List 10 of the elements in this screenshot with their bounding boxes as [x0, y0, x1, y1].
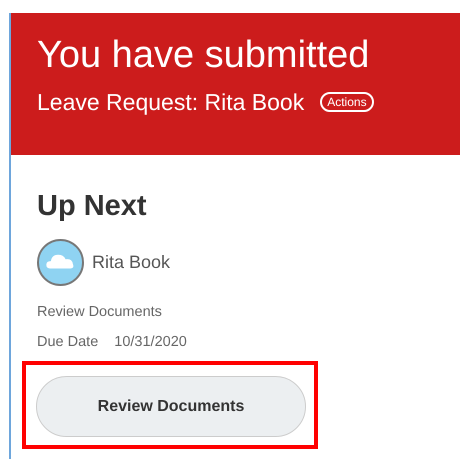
avatar-cloud-icon [37, 238, 84, 286]
page-subtitle: Leave Request: Rita Book [37, 88, 304, 117]
review-documents-button[interactable]: Review Documents [36, 376, 306, 438]
actions-button[interactable]: Actions [320, 92, 374, 112]
due-date-label: Due Date [37, 332, 98, 352]
task-name: Review Documents [37, 302, 163, 322]
person-name: Rita Book [92, 250, 170, 274]
page-title: You have submitted [37, 35, 370, 77]
due-date-value: 10/31/2020 [114, 332, 187, 352]
section-heading: Up Next [37, 191, 148, 223]
